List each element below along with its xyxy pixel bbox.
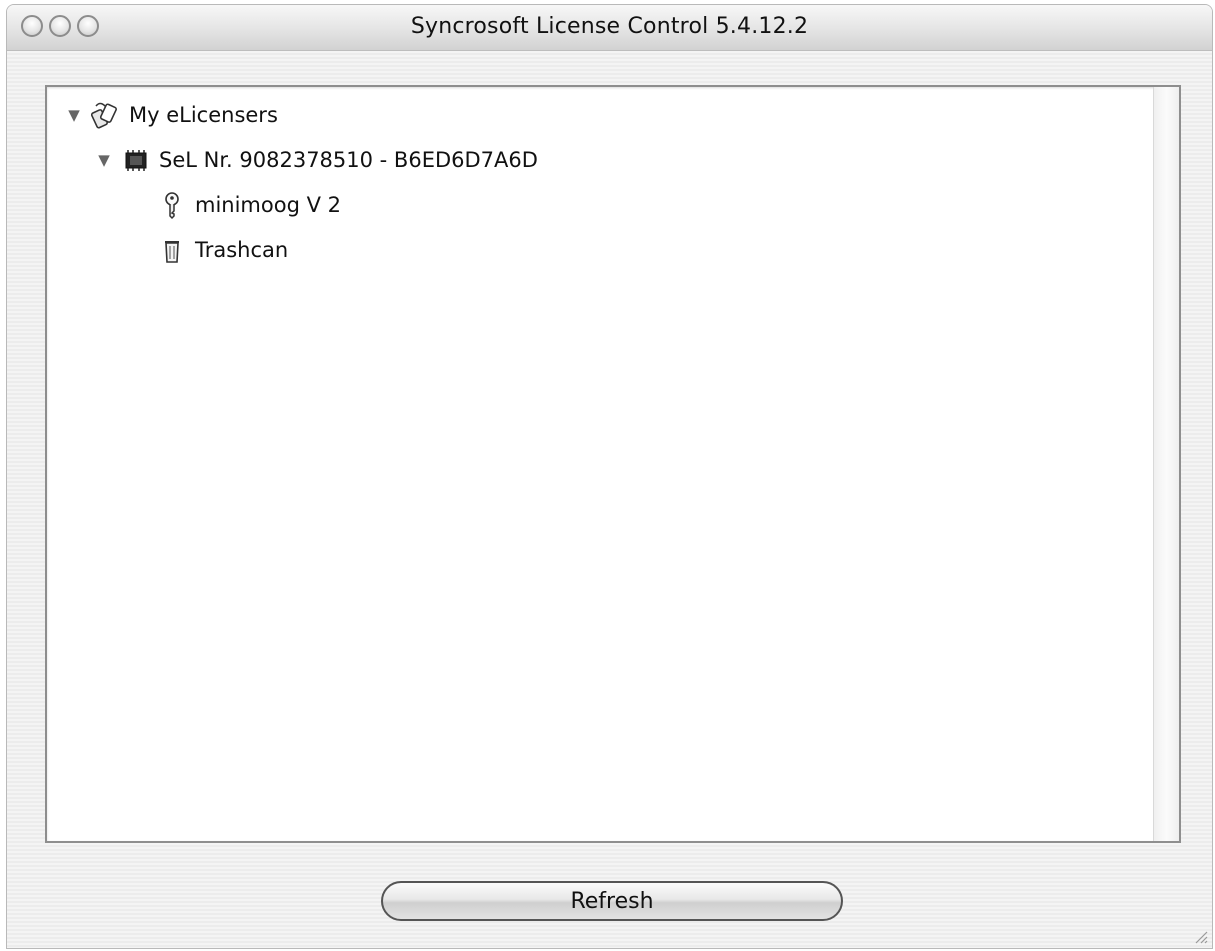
elicenser-group-icon — [91, 100, 121, 130]
window-title: Syncrosoft License Control 5.4.12.2 — [410, 14, 809, 39]
tree-item-trashcan[interactable]: Trashcan — [157, 232, 288, 268]
tree-item-label: minimoog V 2 — [195, 193, 341, 217]
tree-item-dongle[interactable]: ▼ SeL Nr. 9082378510 - B6ED6D7A6D — [93, 142, 538, 178]
tree-item-label: SeL Nr. 9082378510 - B6ED6D7A6D — [159, 148, 538, 172]
title-bar[interactable]: Syncrosoft License Control 5.4.12.2 — [7, 5, 1212, 51]
dongle-chip-icon — [121, 145, 151, 175]
resize-grip-icon[interactable] — [1190, 926, 1208, 944]
disclosure-triangle-expanded-icon[interactable]: ▼ — [93, 151, 115, 169]
tree-item-minimoog[interactable]: minimoog V 2 — [157, 187, 341, 223]
tree-item-label: My eLicensers — [129, 103, 278, 127]
license-tree[interactable]: ▼ My eLicensers ▼ SeL Nr. 9082378510 - B… — [45, 85, 1181, 843]
app-window: Syncrosoft License Control 5.4.12.2 ▼ My… — [6, 4, 1213, 949]
trashcan-icon — [157, 235, 187, 265]
refresh-button[interactable]: Refresh — [381, 881, 843, 921]
vertical-scrollbar[interactable] — [1153, 87, 1179, 841]
tree-item-my-elicensers[interactable]: ▼ My eLicensers — [63, 97, 278, 133]
key-icon — [157, 190, 187, 220]
disclosure-triangle-expanded-icon[interactable]: ▼ — [63, 106, 85, 124]
tree-item-label: Trashcan — [195, 238, 289, 262]
